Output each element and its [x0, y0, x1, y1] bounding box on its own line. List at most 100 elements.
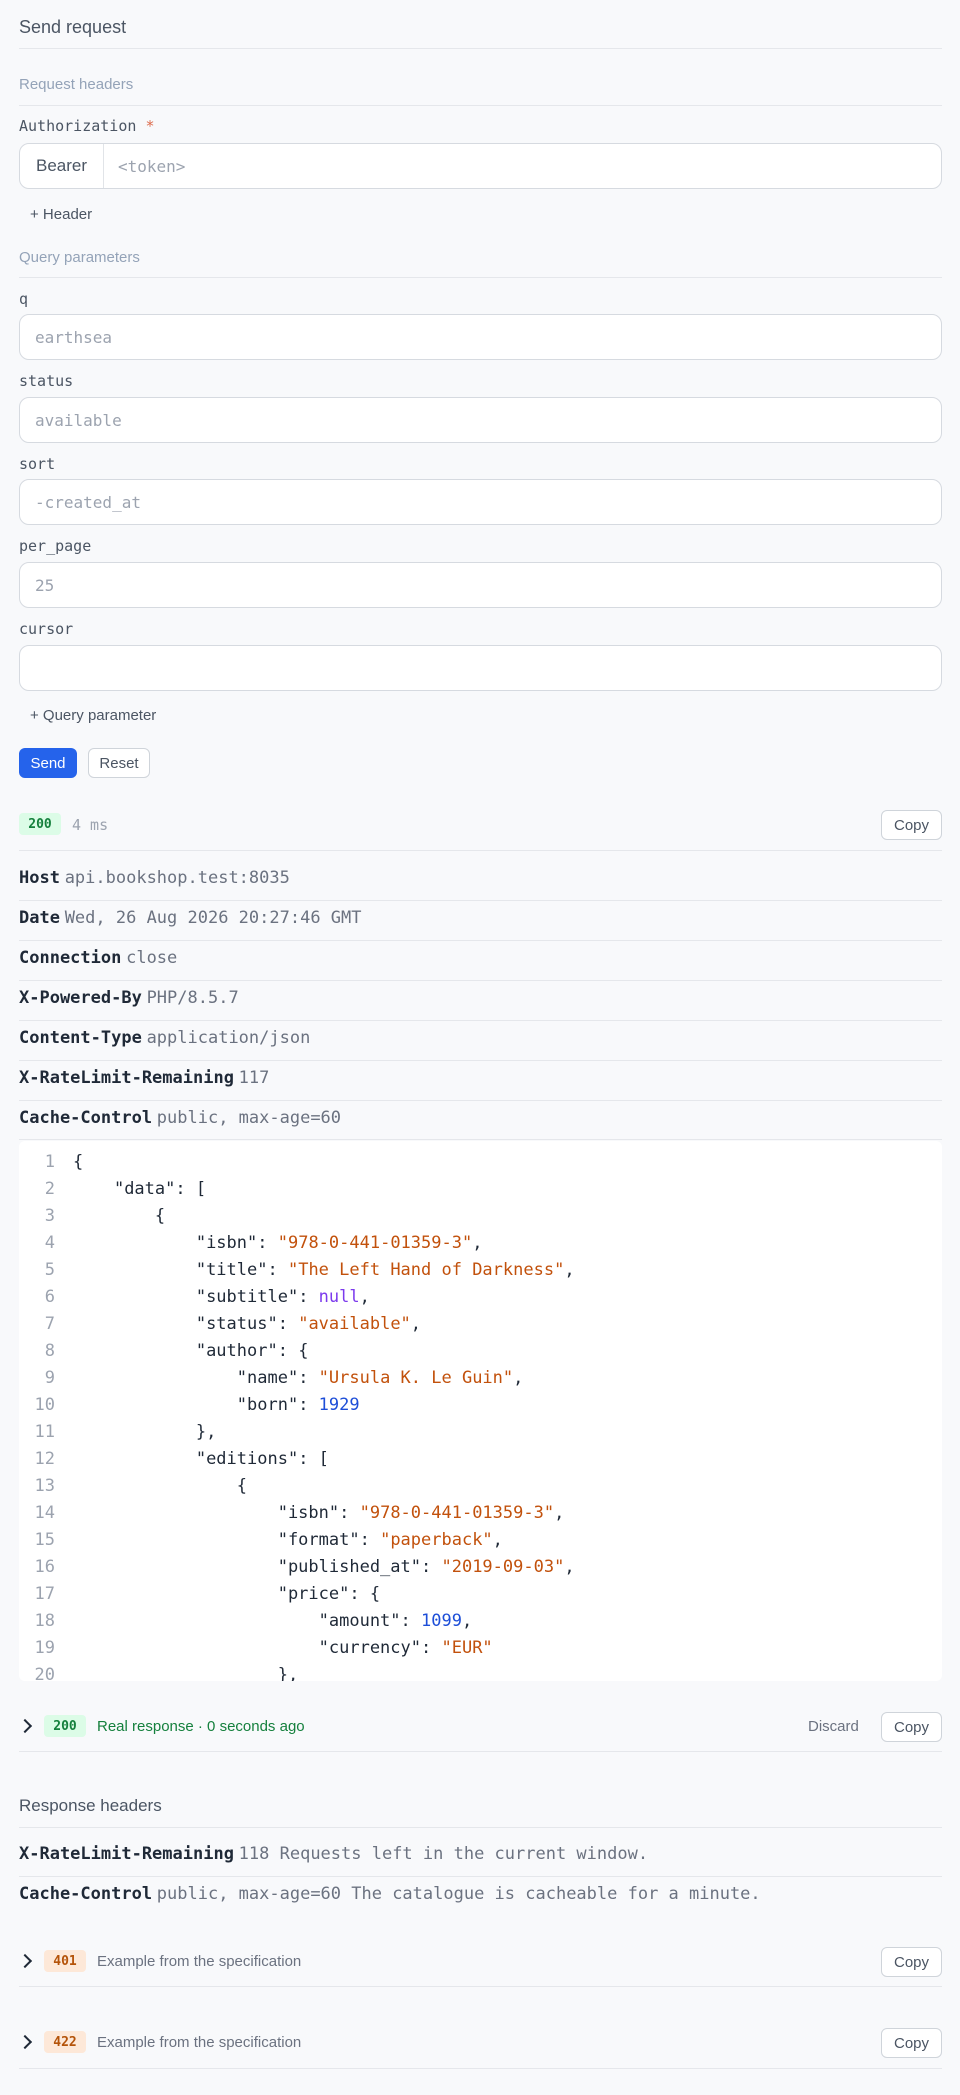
- required-mark: *: [145, 117, 155, 135]
- line-number: 17: [34, 1584, 55, 1604]
- header-value: api.bookshop.test:8035: [64, 868, 290, 888]
- code-token: ,: [564, 1260, 575, 1280]
- code-token: "published_at": [277, 1557, 421, 1577]
- divider: [19, 1020, 942, 1021]
- code-token: "isbn": [277, 1503, 340, 1523]
- copy-example-button[interactable]: Copy: [881, 1947, 942, 1977]
- code-token: ,: [492, 1530, 503, 1550]
- code-line: 12 "editions": [: [19, 1446, 329, 1473]
- copy-saved-response-button[interactable]: Copy: [881, 1712, 942, 1742]
- code-line: 3 {: [19, 1203, 165, 1230]
- line-number: 18: [34, 1611, 55, 1631]
- saved-header-row: X-RateLimit-Remaining 118 Requests left …: [19, 1844, 648, 1864]
- code-token: "subtitle": [195, 1287, 299, 1307]
- code-token: "status": [195, 1314, 278, 1334]
- code-token: "data": [113, 1179, 176, 1199]
- code-token: 1929: [318, 1395, 360, 1415]
- divider: [19, 980, 942, 981]
- reset-button[interactable]: Reset: [88, 748, 150, 778]
- line-number: 15: [34, 1530, 55, 1550]
- header-value: application/json: [146, 1028, 311, 1048]
- line-number: 20: [34, 1665, 55, 1681]
- header-name: X-Powered-By: [19, 988, 142, 1008]
- line-number: 19: [34, 1638, 55, 1658]
- status-badge: 422: [44, 2031, 86, 2053]
- param-input-per-page[interactable]: 25: [19, 562, 942, 608]
- code-token: : [: [175, 1179, 207, 1199]
- divider: [19, 1100, 942, 1101]
- copy-example-button[interactable]: Copy: [881, 2028, 942, 2058]
- line-number: 7: [44, 1314, 55, 1334]
- divider: [19, 850, 942, 851]
- code-line: 8 "author": {: [19, 1338, 309, 1365]
- authorization-token-input[interactable]: <token>: [104, 157, 185, 176]
- authorization-field[interactable]: Bearer <token>: [19, 143, 942, 189]
- code-token: "name": [236, 1368, 299, 1388]
- param-input-cursor[interactable]: [19, 645, 942, 691]
- code-token: {: [154, 1206, 166, 1226]
- divider: [19, 48, 942, 49]
- discard-button[interactable]: Discard: [808, 1718, 859, 1735]
- code-line: 1{: [19, 1149, 84, 1176]
- code-token: :: [257, 1233, 278, 1253]
- response-time: 4 ms: [72, 816, 109, 834]
- header-value: public, max-age=60: [156, 1108, 342, 1128]
- code-line: 13 {: [19, 1473, 248, 1500]
- line-number: 1: [44, 1152, 55, 1172]
- response-body-viewer[interactable]: 1{2 "data": [3 {4 "isbn": "978-0-441-013…: [19, 1141, 942, 1681]
- header-name: Connection: [19, 948, 122, 968]
- chevron-right-icon[interactable]: [17, 1953, 33, 1969]
- code-line: 6 "subtitle": null,: [19, 1284, 370, 1311]
- header-value: 118 Requests left in the current window.: [238, 1844, 649, 1864]
- line-number: 5: [44, 1260, 55, 1280]
- header-name: Host: [19, 868, 60, 888]
- code-token: : {: [349, 1584, 381, 1604]
- code-token: "editions": [195, 1449, 299, 1469]
- code-line: 17 "price": {: [19, 1581, 381, 1608]
- code-token: ,: [472, 1233, 483, 1253]
- param-input-sort[interactable]: -created_at: [19, 479, 942, 525]
- chevron-right-icon[interactable]: [17, 1718, 33, 1734]
- code-token: :: [421, 1638, 442, 1658]
- code-line: 16 "published_at": "2019-09-03",: [19, 1554, 575, 1581]
- code-token: :: [267, 1260, 288, 1280]
- param-input-status[interactable]: available: [19, 397, 942, 443]
- header-value: PHP/8.5.7: [146, 988, 239, 1008]
- code-line: 7 "status": "available",: [19, 1311, 421, 1338]
- send-button[interactable]: Send: [19, 748, 77, 778]
- response-header-row: Content-Type application/json: [19, 1028, 310, 1048]
- code-token: ,: [461, 1611, 473, 1631]
- code-token: "978-0-441-01359-3": [359, 1503, 555, 1523]
- add-header-button[interactable]: + Header: [30, 206, 92, 223]
- code-line: 2 "data": [: [19, 1176, 206, 1203]
- line-number: 3: [44, 1206, 55, 1226]
- line-number: 4: [44, 1233, 55, 1253]
- query-parameters-label: Query parameters: [19, 249, 140, 266]
- param-input-q[interactable]: earthsea: [19, 314, 942, 360]
- code-token: ,: [410, 1314, 422, 1334]
- example-label: Example from the specification: [97, 1953, 302, 1970]
- code-token: ,: [513, 1368, 524, 1388]
- chevron-right-icon[interactable]: [17, 2034, 33, 2050]
- add-query-parameter-button[interactable]: + Query parameter: [30, 707, 156, 724]
- code-token: {: [73, 1152, 84, 1172]
- code-line: 11 },: [19, 1419, 217, 1446]
- code-token: :: [400, 1611, 422, 1631]
- code-token: "2019-09-03": [441, 1557, 565, 1577]
- divider: [19, 1986, 942, 1987]
- line-number: 14: [34, 1503, 55, 1523]
- copy-response-button[interactable]: Copy: [881, 810, 942, 840]
- header-value: close: [126, 948, 178, 968]
- code-token: "title": [195, 1260, 268, 1280]
- header-name: Cache-Control: [19, 1884, 153, 1904]
- code-token: "price": [277, 1584, 350, 1604]
- divider: [19, 1751, 942, 1752]
- code-token: :: [421, 1557, 442, 1577]
